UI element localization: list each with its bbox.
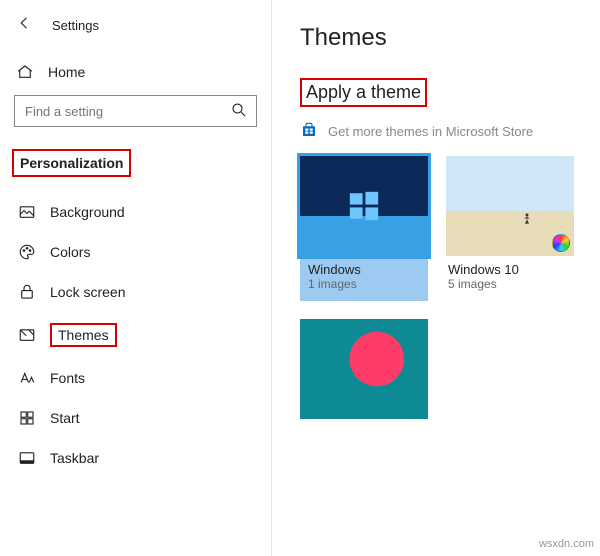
taskbar-icon xyxy=(18,449,36,467)
app-title: Settings xyxy=(52,18,99,33)
nav-taskbar[interactable]: Taskbar xyxy=(12,439,261,477)
theme-thumb xyxy=(300,156,428,256)
nav-fonts-label: Fonts xyxy=(50,370,85,386)
nav-home-label: Home xyxy=(48,64,85,80)
picture-icon xyxy=(18,203,36,221)
theme-name: Windows 10 xyxy=(448,262,572,277)
theme-thumb xyxy=(300,319,428,419)
arrow-left-icon xyxy=(16,14,34,32)
store-link-text: Get more themes in Microsoft Store xyxy=(328,124,533,139)
search-input[interactable] xyxy=(23,103,230,120)
nav-lockscreen-label: Lock screen xyxy=(50,284,125,300)
category-label: Personalization xyxy=(12,149,131,177)
theme-card-footer: Windows 1 images xyxy=(300,256,428,301)
nav-background-label: Background xyxy=(50,204,125,220)
titlebar: Settings xyxy=(10,12,261,53)
nav-home[interactable]: Home xyxy=(10,53,261,95)
themes-icon xyxy=(18,326,36,344)
theme-sub: 5 images xyxy=(448,277,572,291)
back-button[interactable] xyxy=(16,14,34,37)
store-link[interactable]: Get more themes in Microsoft Store xyxy=(300,121,600,142)
theme-card-windows[interactable]: Windows 1 images xyxy=(300,156,428,301)
page-title: Themes xyxy=(300,24,600,52)
nav-background[interactable]: Background xyxy=(12,193,261,231)
theme-sub: 1 images xyxy=(308,277,420,291)
nav-colors[interactable]: Colors xyxy=(12,233,261,271)
person-silhouette-icon xyxy=(520,204,534,234)
theme-grid: Windows 1 images Windows 10 5 images xyxy=(300,156,600,419)
main-panel: Themes Apply a theme Get more themes in … xyxy=(272,0,600,556)
nav-list: Background Colors Lock screen Themes Fon xyxy=(12,193,261,477)
start-icon xyxy=(18,409,36,427)
nav-fonts[interactable]: Fonts xyxy=(12,359,261,397)
home-icon xyxy=(16,63,34,81)
color-badge-icon xyxy=(552,234,570,252)
windows-logo-icon xyxy=(347,189,381,223)
lock-icon xyxy=(18,283,36,301)
palette-icon xyxy=(18,243,36,261)
section-heading: Apply a theme xyxy=(300,78,427,107)
nav-lockscreen[interactable]: Lock screen xyxy=(12,273,261,311)
theme-card-footer: Windows 10 5 images xyxy=(446,256,574,301)
theme-name: Windows xyxy=(308,262,420,277)
search-icon xyxy=(230,101,248,122)
theme-card-windows10[interactable]: Windows 10 5 images xyxy=(446,156,574,301)
nav-start[interactable]: Start xyxy=(12,399,261,437)
nav-themes[interactable]: Themes xyxy=(12,313,261,357)
nav-themes-label: Themes xyxy=(50,323,117,347)
search-box[interactable] xyxy=(14,95,257,127)
theme-thumb xyxy=(446,156,574,256)
watermark: wsxdn.com xyxy=(539,538,594,550)
nav-start-label: Start xyxy=(50,410,80,426)
nav-taskbar-label: Taskbar xyxy=(50,450,99,466)
sidebar: Settings Home Personalization Background… xyxy=(0,0,272,556)
fonts-icon xyxy=(18,369,36,387)
store-icon xyxy=(300,121,318,142)
theme-card-flowers[interactable] xyxy=(300,319,428,419)
nav-colors-label: Colors xyxy=(50,244,90,260)
